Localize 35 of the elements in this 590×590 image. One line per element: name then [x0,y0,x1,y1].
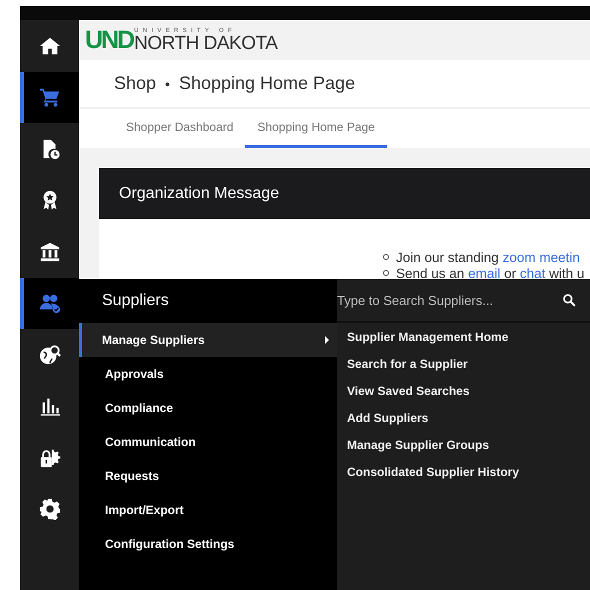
message-text: Join our standing zoom meetin [396,250,580,264]
menu-item[interactable]: Requests [79,459,337,493]
menu-item[interactable]: Manage Suppliers [79,323,337,357]
submenu-item[interactable]: Manage Supplier Groups [337,431,590,458]
message-text: Send us an email or chat with u [396,266,584,280]
page-title: Shopping Home Page [178,73,356,94]
search-field[interactable]: Type to Search Suppliers... [337,292,537,308]
cart-icon [38,86,60,108]
caret-icon [325,336,329,344]
breadcrumb-separator: • [165,76,170,92]
globe-search-icon [38,344,60,366]
card-title: Organization Message [99,168,590,219]
menu-item[interactable]: Communication [79,425,337,459]
link[interactable]: chat [520,266,546,280]
link[interactable]: zoom meetin [502,250,580,264]
bank-icon [38,240,60,263]
link[interactable]: email [468,266,500,280]
menu-item[interactable]: Configuration Settings [79,527,337,561]
breadcrumb-section[interactable]: Shop [114,73,156,94]
submenu-item[interactable]: Add Suppliers [337,404,590,431]
bullet-icon [383,254,389,260]
tab[interactable]: Shopper Dashboard [108,109,246,148]
settings-icon [38,498,60,520]
menu-item[interactable]: Approvals [79,357,337,391]
submenu-item[interactable]: View Saved Searches [337,377,590,404]
tab[interactable]: Shopping Home Page [245,109,387,148]
submenu-item[interactable]: Search for a Supplier [337,350,590,377]
menu-title: Suppliers [101,291,170,311]
people-icon [38,292,60,314]
menu-item[interactable]: Import/Export [79,493,337,527]
submenu-item[interactable]: Supplier Management Home [337,323,590,350]
submenu-item[interactable]: Consolidated Supplier History [337,458,590,485]
menu-item[interactable]: Compliance [79,391,337,425]
search-icon[interactable] [562,293,576,307]
bullet-icon [383,270,389,276]
